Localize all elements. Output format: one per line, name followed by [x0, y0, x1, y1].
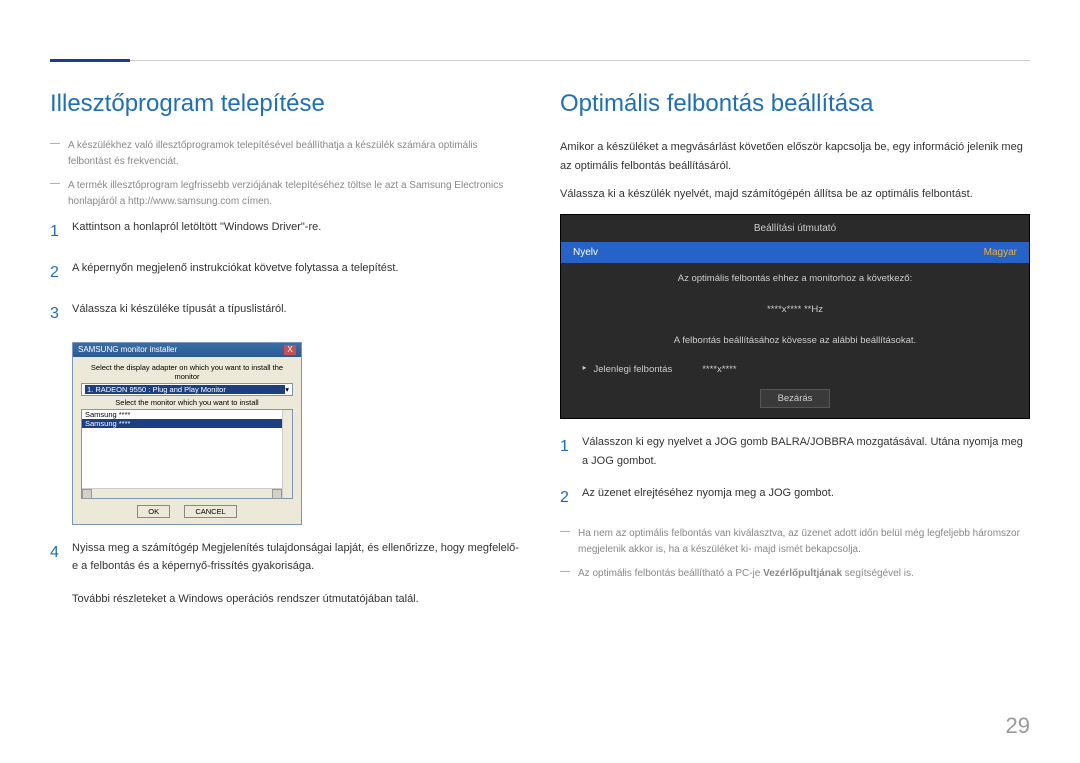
- osd-panel: Beállítási útmutató Nyelv Magyar Az opti…: [560, 214, 1030, 419]
- list-item[interactable]: Samsung ****: [82, 410, 292, 419]
- right-note-1: Ha nem az optimális felbontás van kivála…: [560, 526, 1030, 558]
- osd-title: Beállítási útmutató: [561, 215, 1029, 242]
- osd-current-row: Jelenlegi felbontás ****x****: [561, 356, 1029, 381]
- left-heading: Illesztőprogram telepítése: [50, 90, 520, 118]
- step-number: 2: [560, 484, 582, 511]
- step-4-followup: További részleteket a Windows operációs …: [50, 590, 520, 609]
- dropdown-icon: ▾: [285, 385, 289, 394]
- adapter-label: Select the display adapter on which you …: [81, 363, 293, 381]
- list-item[interactable]: Samsung ****: [82, 419, 292, 428]
- h-scrollbar[interactable]: [82, 488, 282, 498]
- right-heading: Optimális felbontás beállítása: [560, 90, 1030, 118]
- osd-language-value: Magyar: [984, 247, 1017, 258]
- osd-close-button[interactable]: Bezárás: [760, 389, 830, 408]
- step-number: 1: [560, 433, 582, 470]
- step-text: Nyissa meg a számítógép Megjelenítés tul…: [72, 539, 520, 576]
- step-text: Az üzenet elrejtéséhez nyomja meg a JOG …: [582, 484, 834, 511]
- note-1: A készülékhez való illesztőprogramok tel…: [50, 138, 520, 170]
- paragraph-1: Amikor a készüléket a megvásárlást követ…: [560, 138, 1030, 175]
- header-rule: [50, 60, 1030, 61]
- step-text: A képernyőn megjelenő instrukciókat köve…: [72, 259, 399, 286]
- osd-current-label: Jelenlegi felbontás: [581, 362, 672, 375]
- adapter-select[interactable]: 1. RADEON 9550 : Plug and Play Monitor ▾: [81, 383, 293, 396]
- osd-optimal-resolution: ****x**** **Hz: [561, 294, 1029, 325]
- step-4: 4 Nyissa meg a számítógép Megjelenítés t…: [50, 539, 520, 576]
- step-text: Válassza ki készüléke típusát a típuslis…: [72, 300, 287, 327]
- installer-dialog: SAMSUNG monitor installer X Select the d…: [72, 342, 302, 525]
- step-text: Válasszon ki egy nyelvet a JOG gomb BALR…: [582, 433, 1030, 470]
- dialog-title: SAMSUNG monitor installer: [78, 345, 177, 354]
- step-1: 1 Kattintson a honlapról letöltött "Wind…: [50, 218, 520, 245]
- osd-current-value: ****x****: [702, 364, 736, 375]
- step-text: Kattintson a honlapról letöltött "Window…: [72, 218, 321, 245]
- ok-button[interactable]: OK: [137, 505, 170, 518]
- note-2: A termék illesztőprogram legfrissebb ver…: [50, 178, 520, 210]
- adapter-value: 1. RADEON 9550 : Plug and Play Monitor: [85, 385, 285, 394]
- left-column: Illesztőprogram telepítése A készülékhez…: [50, 90, 520, 619]
- right-note-2: Az optimális felbontás beállítható a PC-…: [560, 566, 1030, 582]
- step-3: 3 Válassza ki készüléke típusát a típusl…: [50, 300, 520, 327]
- close-icon[interactable]: X: [284, 345, 296, 355]
- paragraph-2: Válassza ki a készülék nyelvét, majd szá…: [560, 185, 1030, 204]
- osd-message-2: A felbontás beállításához kövesse az alá…: [561, 325, 1029, 356]
- step-2: 2 A képernyőn megjelenő instrukciókat kö…: [50, 259, 520, 286]
- osd-language-row[interactable]: Nyelv Magyar: [561, 242, 1029, 263]
- right-step-1: 1 Válasszon ki egy nyelvet a JOG gomb BA…: [560, 433, 1030, 470]
- monitor-list[interactable]: Samsung **** Samsung ****: [81, 409, 293, 499]
- step-number: 1: [50, 218, 72, 245]
- main-columns: Illesztőprogram telepítése A készülékhez…: [50, 90, 1030, 619]
- monitor-label: Select the monitor which you want to ins…: [81, 398, 293, 407]
- dialog-titlebar: SAMSUNG monitor installer X: [73, 343, 301, 357]
- right-column: Optimális felbontás beállítása Amikor a …: [560, 90, 1030, 619]
- osd-language-label: Nyelv: [573, 247, 598, 258]
- step-number: 3: [50, 300, 72, 327]
- cancel-button[interactable]: CANCEL: [184, 505, 236, 518]
- dialog-body: Select the display adapter on which you …: [73, 357, 301, 524]
- page-number: 29: [1006, 713, 1030, 739]
- step-number: 4: [50, 539, 72, 576]
- dialog-buttons: OK CANCEL: [81, 505, 293, 518]
- right-step-2: 2 Az üzenet elrejtéséhez nyomja meg a JO…: [560, 484, 1030, 511]
- v-scrollbar[interactable]: [282, 410, 292, 498]
- osd-message-1: Az optimális felbontás ehhez a monitorho…: [561, 263, 1029, 294]
- step-number: 2: [50, 259, 72, 286]
